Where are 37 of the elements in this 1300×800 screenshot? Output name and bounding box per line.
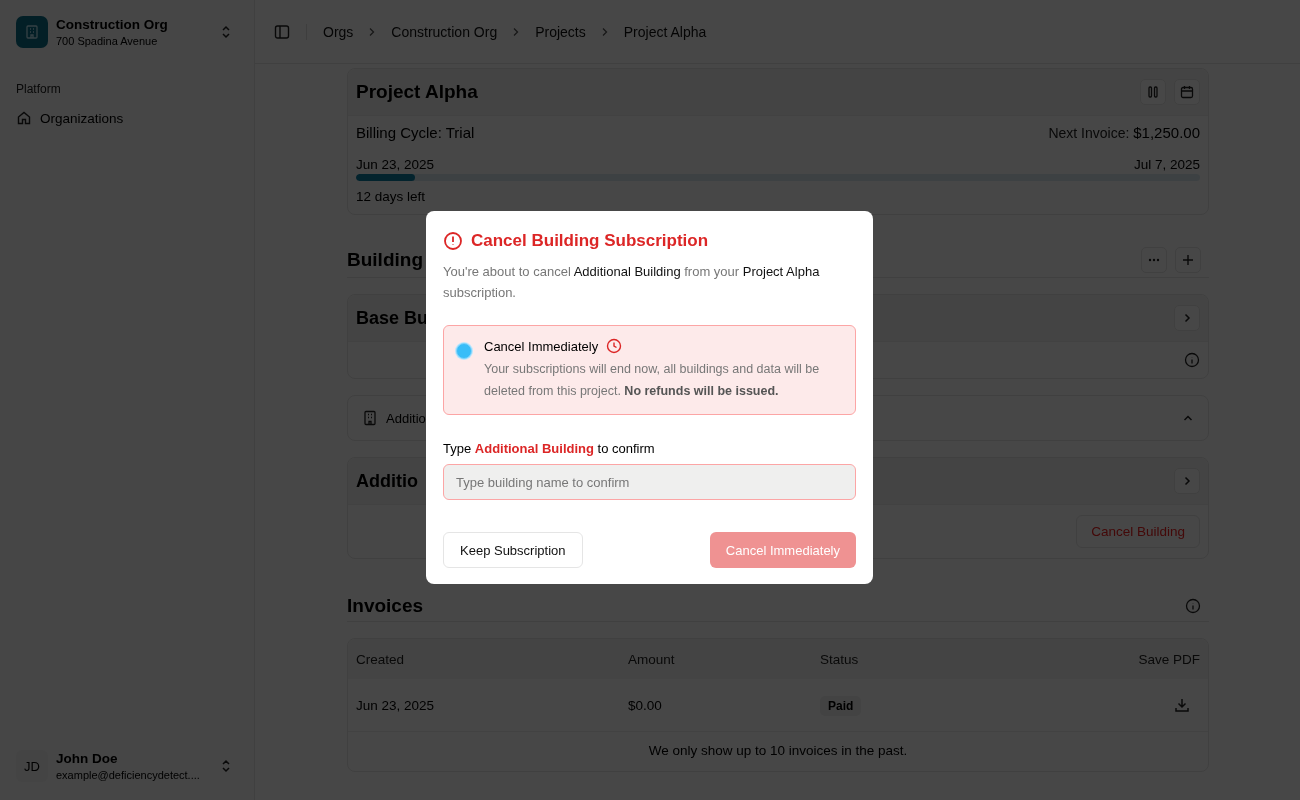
option-card[interactable]: Cancel Immediately Your subscriptions will end now, all buildings and data will be deleted from this project. No refunds will be issued. (443, 325, 856, 415)
user-email: example@deficiencydetect.... (56, 767, 201, 782)
column-header: Created (356, 651, 406, 667)
billing-cycle: Billing Cycle: Trial (356, 124, 475, 141)
section-title: Invoices (347, 595, 424, 617)
building-title: Additio (356, 470, 418, 492)
dialog-title: Cancel Building Subscription (471, 231, 709, 251)
table-cell-text: $0.00 (628, 697, 663, 713)
keep-subscription-button[interactable]: Keep Subscription (443, 532, 583, 568)
building-name-input[interactable]: Type building name to confirm (443, 464, 856, 500)
next-invoice-amount: $1,250.00 (1133, 124, 1200, 141)
days-left: 12 days left (356, 189, 427, 204)
start-date: Jun 23, 2025 (356, 157, 435, 172)
table-note: We only show up to 10 invoices in the past. (647, 742, 909, 760)
end-date: Jul 7, 2025 (1133, 157, 1200, 172)
user-name: John Doe (56, 750, 119, 768)
section-label: Platform (15, 81, 62, 98)
radio-button[interactable] (456, 343, 472, 359)
project-title: Project Alpha (356, 81, 478, 103)
breadcrumb-link[interactable]: Project Alpha (623, 23, 707, 40)
breadcrumb-link[interactable]: Orgs (323, 23, 354, 40)
column-header: Save PDF (1138, 651, 1200, 667)
section-title: Building (347, 249, 423, 271)
clock-icon (606, 338, 623, 354)
option-label: Cancel Immediately (484, 338, 599, 354)
column-header: Amount (628, 651, 676, 667)
table-cell-text: Jun 23, 2025 (356, 697, 436, 713)
org-address: 700 Spadina Avenue (56, 33, 159, 48)
next-invoice-label: Next Invoice: (1048, 125, 1130, 141)
building-name: Additio (386, 410, 427, 426)
confirm-prompt: Type Additional Building to confirm (443, 441, 656, 456)
breadcrumb-link[interactable]: Projects (535, 23, 586, 40)
dialog-description: You're about to cancel Additional Building from your Project Alpha subscription. (443, 263, 821, 302)
alert-icon (443, 231, 463, 251)
column-header: Status (820, 651, 860, 667)
org-name: Construction Org (56, 16, 169, 34)
breadcrumb-link[interactable]: Construction Org (391, 23, 498, 40)
